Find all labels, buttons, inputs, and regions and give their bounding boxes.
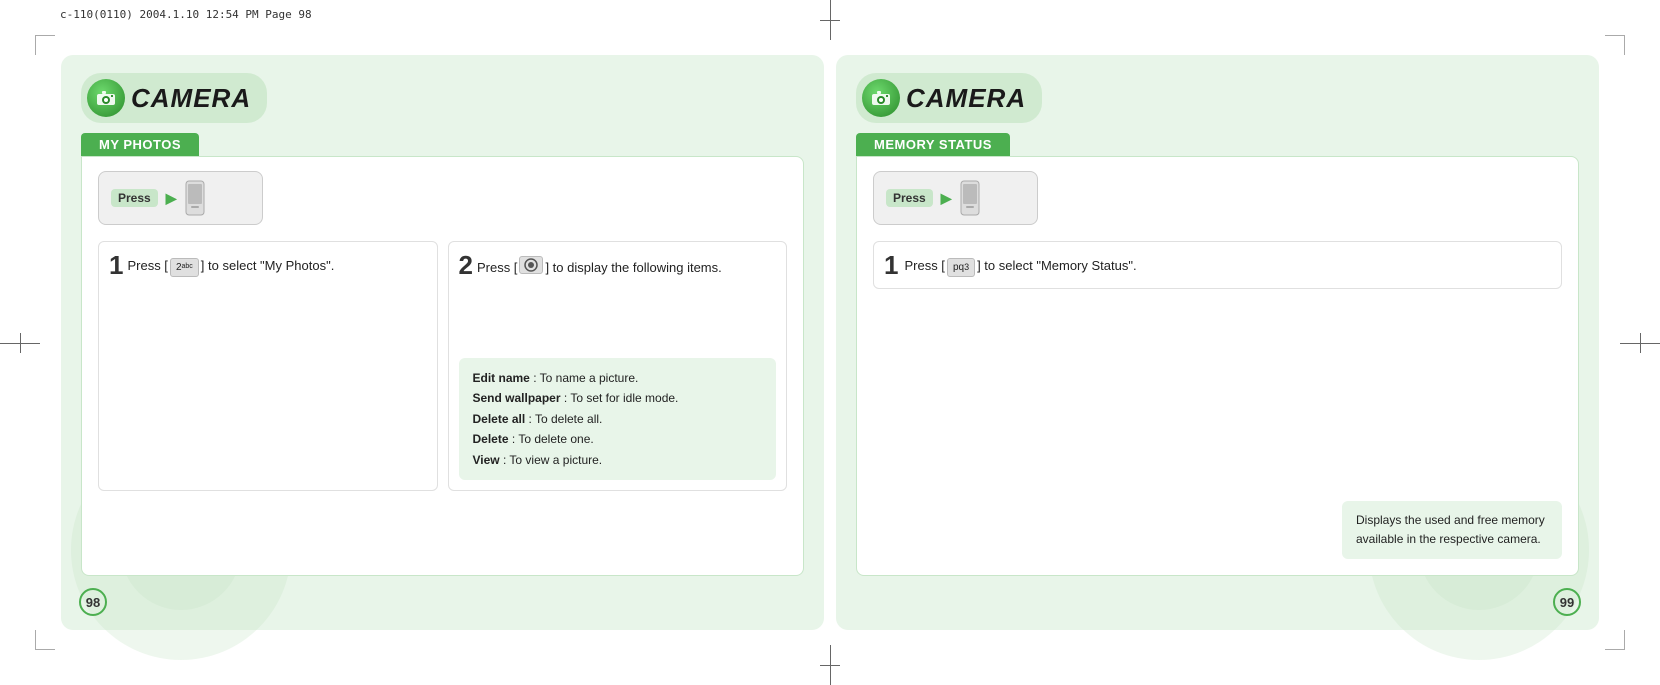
key-pq3: pq3 — [947, 258, 975, 277]
phone-icon-right — [959, 180, 981, 216]
key-2abc: 2abc — [170, 258, 199, 277]
key-camera-shutter — [519, 256, 543, 274]
camera-svg-right — [871, 90, 891, 106]
info-item-5: View : To view a picture. — [473, 450, 763, 470]
press-box-left: Press ▶ — [98, 171, 263, 225]
step2-number-left: 2 — [459, 252, 473, 278]
crosshair-left — [0, 333, 40, 353]
section-label-left: MY PHOTOS — [81, 133, 199, 156]
corner-bl — [35, 630, 55, 650]
steps-left: 1 Press [2abc] to select "My Photos". 2 … — [98, 241, 787, 491]
info-box-left: Edit name : To name a picture. Send wall… — [459, 358, 777, 480]
crosshair-right — [1620, 333, 1660, 353]
crosshair-top — [820, 0, 840, 40]
step1-text-left: Press [2abc] to select "My Photos". — [127, 252, 334, 277]
content-area-right: Press ▶ 1 Press [pq3] to sel — [856, 156, 1579, 576]
step1-header-left: 1 Press [2abc] to select "My Photos". — [109, 252, 427, 278]
corner-tl — [35, 35, 55, 55]
steps-right: 1 Press [pq3] to select "Memory Status".… — [873, 241, 1562, 289]
info-bold-3: Delete all — [473, 412, 526, 426]
camera-title-bg-left: CAMERA — [81, 73, 267, 123]
page-number-right: 99 — [1553, 588, 1581, 616]
info-bold-5: View — [473, 453, 500, 467]
info-bold-2: Send wallpaper — [473, 391, 561, 405]
camera-title-left: CAMERA — [131, 83, 251, 114]
section-tab-right: MEMORY STATUS — [856, 133, 1579, 156]
camera-title-bg-right: CAMERA — [856, 73, 1042, 123]
corner-tr — [1605, 35, 1625, 55]
step2-left: 2 Press [ ] to display the following ite… — [448, 241, 788, 491]
step1-header-right: 1 Press [pq3] to select "Memory Status". — [884, 252, 1551, 278]
arrow-left: ▶ — [166, 190, 177, 207]
press-badge-left: Press — [111, 189, 158, 207]
section-tab-left: MY PHOTOS — [81, 133, 804, 156]
step1-number-left: 1 — [109, 252, 123, 278]
phone-icon-left — [184, 180, 206, 216]
page-number-left: 98 — [79, 588, 107, 616]
step2-text-left: Press [ ] to display the following items… — [477, 252, 722, 278]
content-area-left: Press ▶ 1 Press [2a — [81, 156, 804, 576]
press-sequence-left: Press ▶ — [98, 171, 787, 225]
note-box-right: Displays the used and free memory availa… — [1342, 493, 1562, 559]
info-item-4: Delete : To delete one. — [473, 429, 763, 449]
step1-left: 1 Press [2abc] to select "My Photos". — [98, 241, 438, 491]
camera-title-right: CAMERA — [906, 83, 1026, 114]
info-bold-4: Delete — [473, 432, 509, 446]
step1-text-right: Press [pq3] to select "Memory Status". — [904, 252, 1136, 277]
press-badge-right: Press — [886, 189, 933, 207]
camera-svg-left — [96, 90, 116, 106]
step1-number-right: 1 — [884, 252, 898, 278]
page-right: CAMERA MEMORY STATUS Press ▶ — [836, 55, 1599, 630]
camera-icon-right — [862, 79, 900, 117]
press-sequence-right: Press ▶ — [873, 171, 1562, 225]
note-text-right: Displays the used and free memory availa… — [1342, 501, 1562, 559]
arrow-right-r: ▶ — [941, 190, 952, 207]
print-header: c-110(0110) 2004.1.10 12:54 PM Page 98 — [60, 8, 312, 21]
info-item-2: Send wallpaper : To set for idle mode. — [473, 388, 763, 408]
step2-header-left: 2 Press [ ] to display the following ite… — [459, 252, 777, 278]
shutter-icon — [524, 258, 538, 272]
corner-br — [1605, 630, 1625, 650]
section-label-right: MEMORY STATUS — [856, 133, 1010, 156]
crosshair-bottom — [820, 645, 840, 685]
page-left: CAMERA MY PHOTOS Press ▶ — [61, 55, 824, 630]
info-bold-1: Edit name — [473, 371, 530, 385]
main-container: CAMERA MY PHOTOS Press ▶ — [55, 55, 1605, 630]
camera-header-right: CAMERA — [856, 73, 1579, 123]
camera-icon-left — [87, 79, 125, 117]
info-item-1: Edit name : To name a picture. — [473, 368, 763, 388]
step1-right: 1 Press [pq3] to select "Memory Status".… — [873, 241, 1562, 289]
info-item-3: Delete all : To delete all. — [473, 409, 763, 429]
camera-header-left: CAMERA — [81, 73, 804, 123]
press-box-right: Press ▶ — [873, 171, 1038, 225]
